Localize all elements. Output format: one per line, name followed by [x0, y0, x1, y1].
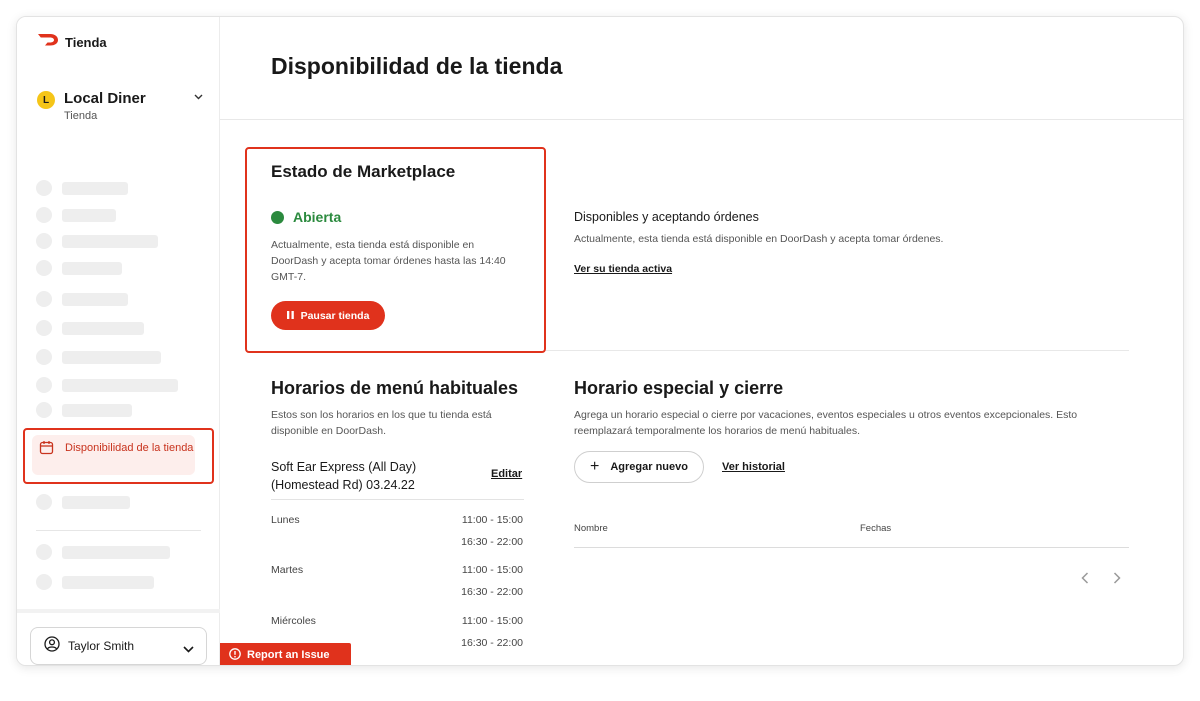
placeholder-icon: [36, 233, 52, 249]
day-label: Martes: [271, 564, 304, 576]
report-issue-button[interactable]: Report an Issue: [220, 643, 351, 665]
special-hours-title: Horario especial y cierre: [574, 378, 784, 398]
header-divider: [220, 119, 1183, 120]
placeholder-icon: [36, 180, 52, 196]
doordash-logo-icon: [37, 33, 59, 51]
brand[interactable]: Tienda: [37, 33, 107, 51]
add-new-label: Agregar nuevo: [610, 461, 688, 473]
menu-name: Soft Ear Express (All Day) (Homestead Rd…: [271, 460, 417, 492]
plus-icon: +: [590, 458, 600, 475]
placeholder-icon: [36, 349, 52, 365]
column-header-dates: Fechas: [860, 523, 892, 534]
placeholder-icon: [36, 260, 52, 276]
pause-icon: [286, 310, 294, 322]
time-slot: 16:30 - 22:00: [461, 637, 523, 649]
store-name: Local Diner: [64, 90, 146, 107]
store-subtitle: Tienda: [64, 110, 98, 122]
chevron-down-icon: [183, 640, 194, 658]
previous-page-icon[interactable]: [1081, 571, 1089, 587]
placeholder-label: [62, 262, 122, 275]
user-name: Taylor Smith: [68, 639, 135, 653]
store-avatar: L: [37, 91, 55, 109]
placeholder-label: [62, 576, 154, 589]
chevron-down-icon: [194, 92, 203, 103]
user-icon: [44, 635, 60, 657]
pause-store-label: Pausar tienda: [300, 309, 370, 322]
placeholder-label: [62, 351, 161, 364]
status-indicator-dot: [271, 211, 284, 224]
day-label: Lunes: [271, 514, 300, 526]
marketplace-description: Actualmente, esta tienda está disponible…: [271, 239, 506, 283]
main-content: Disponibilidad de la tienda Estado de Ma…: [220, 17, 1183, 665]
placeholder-icon: [36, 207, 52, 223]
placeholder-icon: [36, 494, 52, 510]
edit-hours-link[interactable]: Editar: [491, 468, 522, 480]
placeholder-icon: [36, 574, 52, 590]
time-slot: 11:00 - 15:00: [461, 564, 523, 576]
menu-divider: [271, 499, 524, 500]
view-history-link[interactable]: Ver historial: [722, 461, 785, 473]
next-page-icon[interactable]: [1113, 571, 1121, 587]
sidebar-divider: [36, 530, 201, 531]
status-badge: Abierta: [293, 209, 342, 225]
placeholder-label: [62, 235, 158, 248]
time-slot: 16:30 - 22:00: [461, 586, 523, 598]
placeholder-label: [62, 404, 132, 417]
table-header-divider: [574, 547, 1129, 548]
sidebar-footer-divider: [17, 609, 220, 613]
placeholder-label: [62, 546, 170, 559]
sidebar: Tienda L Local Diner Tienda Disponibilid…: [17, 17, 220, 665]
report-issue-label: Report an Issue: [247, 649, 330, 661]
placeholder-icon: [36, 402, 52, 418]
alert-circle-icon: [229, 647, 241, 663]
special-hours-description: Agrega un horario especial o cierre por …: [574, 409, 1078, 437]
time-slot: 11:00 - 15:00: [461, 514, 523, 526]
availability-title: Disponibles y aceptando órdenes: [574, 210, 759, 224]
section-divider: [546, 350, 1129, 351]
brand-name: Tienda: [65, 34, 107, 50]
placeholder-label: [62, 379, 178, 392]
placeholder-icon: [36, 544, 52, 560]
app-window: Tienda L Local Diner Tienda Disponibilid…: [16, 16, 1184, 666]
placeholder-label: [62, 496, 130, 509]
regular-hours-title: Horarios de menú habituales: [271, 378, 519, 398]
pause-store-button[interactable]: Pausar tienda: [271, 301, 385, 330]
placeholder-icon: [36, 320, 52, 336]
user-menu-button[interactable]: Taylor Smith: [30, 627, 207, 665]
sidebar-item-label: Disponibilidad de la tienda: [65, 442, 194, 454]
placeholder-label: [62, 182, 128, 195]
placeholder-icon: [36, 377, 52, 393]
placeholder-label: [62, 322, 144, 335]
marketplace-status-title: Estado de Marketplace: [271, 162, 456, 181]
placeholder-label: [62, 209, 116, 222]
view-active-store-link[interactable]: Ver su tienda activa: [574, 263, 672, 275]
page-title: Disponibilidad de la tienda: [271, 53, 563, 79]
time-slot: 11:00 - 15:00: [461, 615, 523, 627]
placeholder-label: [62, 293, 128, 306]
availability-description: Actualmente, esta tienda está disponible…: [574, 233, 944, 245]
column-header-name: Nombre: [574, 523, 608, 534]
add-new-button[interactable]: + Agregar nuevo: [574, 451, 704, 483]
regular-hours-description: Estos son los horarios en los que tu tie…: [271, 409, 492, 437]
placeholder-icon: [36, 291, 52, 307]
day-label: Miércoles: [271, 615, 316, 627]
time-slot: 16:30 - 22:00: [461, 536, 523, 548]
calendar-icon: [39, 440, 54, 460]
